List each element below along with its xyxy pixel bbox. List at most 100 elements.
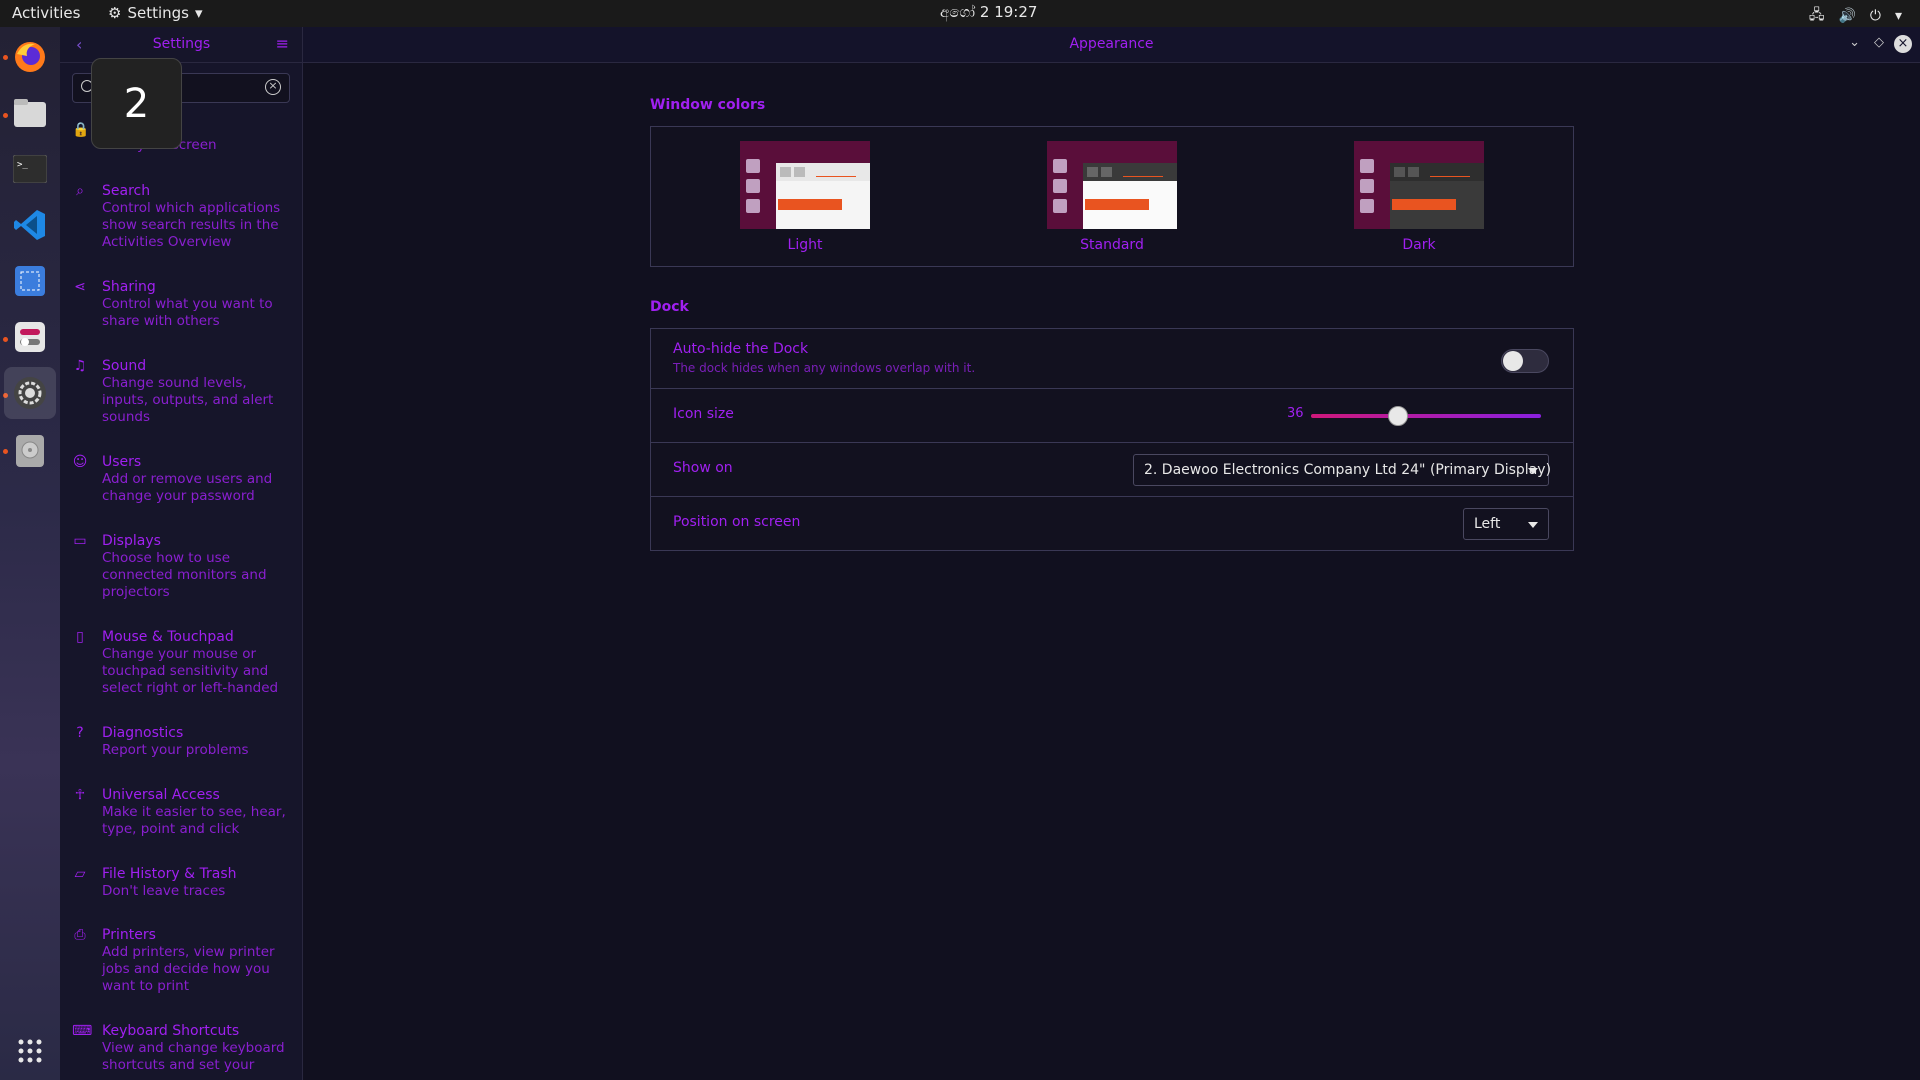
sidebar-item-desc: Don't leave traces — [102, 883, 226, 899]
terminal-icon[interactable]: >_ — [8, 147, 52, 191]
close-icon[interactable]: × — [1894, 35, 1912, 53]
autohide-label: Auto-hide the Dock — [673, 341, 809, 357]
sidebar-item-label: Users — [102, 454, 142, 470]
show-on-value: 2. Daewoo Electronics Company Ltd 24" (P… — [1144, 462, 1552, 478]
sidebar-item-desc: Add printers, view printer jobs and deci… — [102, 944, 275, 994]
sidebar-item-label: File History & Trash — [102, 866, 237, 882]
screenshot-icon[interactable] — [8, 259, 52, 303]
files-icon[interactable] — [8, 91, 52, 135]
theme-standard[interactable]: Standard — [1047, 141, 1177, 253]
hamburger-menu-icon[interactable]: ≡ — [276, 34, 289, 53]
sidebar-item-label: Diagnostics — [102, 725, 184, 741]
position-label: Position on screen — [673, 514, 801, 530]
dock-settings-frame: Auto-hide the Dock The dock hides when a… — [650, 328, 1574, 551]
position-value: Left — [1474, 516, 1501, 532]
sidebar-item-label: Keyboard Shortcuts — [102, 1023, 240, 1039]
activities-button[interactable]: Activities — [12, 4, 80, 22]
dock-heading: Dock — [650, 299, 689, 315]
caret-down-icon: ▾ — [1894, 8, 1902, 24]
app-menu[interactable]: ⚙ Settings ▾ — [108, 4, 203, 22]
theme-preview — [740, 141, 870, 229]
window-colors-heading: Window colors — [650, 97, 766, 113]
toggle-knob — [1503, 351, 1523, 371]
accessibility-icon: ☥ — [74, 787, 86, 803]
icon-size-value: 36 — [1287, 406, 1304, 421]
lock-icon: 🔒 — [72, 122, 90, 138]
theme-label: Dark — [1402, 237, 1436, 253]
theme-dark[interactable]: Dark — [1354, 141, 1484, 253]
share-icon: ⋖ — [74, 279, 86, 295]
caret-down-icon: ▾ — [194, 4, 203, 22]
sidebar-item-label: Mouse & Touchpad — [102, 629, 234, 645]
workspace-number-overlay: 2 — [91, 58, 182, 149]
position-row: Position on screen Left — [651, 497, 1573, 551]
sidebar-title: Settings — [152, 36, 211, 52]
top-bar: Activities ⚙ Settings ▾ අගෝ 2 19:27 🖧 🔊 … — [0, 0, 1920, 27]
sidebar-item-label: Sharing — [102, 279, 156, 295]
settings-sidebar: ‹ Settings ≡ × 🔒 Lock your screen ⌕ Sear… — [60, 27, 303, 1080]
autohide-toggle[interactable] — [1501, 349, 1549, 373]
sidebar-item-desc: Change your mouse or touchpad sensitivit… — [102, 646, 279, 696]
theme-preview — [1354, 141, 1484, 229]
sidebar-item-desc: Add or remove users and change your pass… — [102, 471, 273, 504]
music-note-icon: ♫ — [73, 358, 87, 374]
keyboard-icon: ⌨ — [72, 1023, 93, 1039]
autohide-row: Auto-hide the Dock The dock hides when a… — [651, 329, 1573, 389]
show-on-row: Show on 2. Daewoo Electronics Company Lt… — [651, 443, 1573, 497]
sidebar-item-desc: Make it easier to see, hear, type, point… — [102, 804, 286, 837]
sidebar-item-desc: Report your problems — [102, 742, 249, 758]
gear-icon: ⚙ — [108, 4, 122, 22]
show-on-dropdown[interactable]: 2. Daewoo Electronics Company Ltd 24" (P… — [1133, 454, 1552, 486]
sidebar-item-label: Printers — [102, 927, 156, 943]
theme-label: Light — [787, 237, 823, 253]
theme-label: Standard — [1080, 237, 1144, 253]
sidebar-item-label: Search — [102, 183, 151, 199]
icon-size-row: Icon size 36 — [651, 389, 1573, 443]
sidebar-item-desc: Control which applications show search r… — [102, 200, 281, 250]
search-icon: ⌕ — [76, 183, 84, 199]
page-title: Appearance — [1069, 36, 1154, 52]
sidebar-item-label: Universal Access — [102, 787, 220, 803]
slider-handle[interactable] — [1388, 406, 1409, 426]
vscode-icon[interactable] — [8, 203, 52, 247]
settings-icon[interactable] — [4, 367, 56, 419]
show-on-label: Show on — [673, 460, 733, 476]
volume-icon: 🔊 — [1838, 8, 1856, 24]
maximize-icon[interactable]: ◇ — [1874, 35, 1884, 50]
sidebar-item-desc: View and change keyboard shortcuts and s… — [102, 1040, 285, 1073]
window-colors-frame: Light Standard Dark — [650, 126, 1574, 267]
display-icon: ▭ — [73, 533, 87, 549]
disk-icon[interactable] — [8, 429, 52, 473]
firefox-icon[interactable] — [8, 35, 52, 79]
minimize-icon[interactable]: ⌄ — [1849, 35, 1860, 50]
dock: >_ — [0, 27, 60, 1080]
sidebar-item-desc: Control what you want to share with othe… — [102, 296, 273, 329]
folder-icon: ▱ — [74, 866, 86, 882]
app-grid-icon[interactable] — [8, 1029, 52, 1073]
icon-size-label: Icon size — [673, 406, 734, 422]
theme-light[interactable]: Light — [740, 141, 870, 253]
sidebar-item-label: Sound — [102, 358, 147, 374]
caret-down-icon — [1528, 522, 1538, 528]
sidebar-item-label: Displays — [102, 533, 161, 549]
network-icon: 🖧 — [1808, 7, 1825, 23]
caret-down-icon — [1528, 468, 1538, 474]
mouse-icon: ▯ — [76, 629, 84, 645]
printer-icon: ⎙ — [74, 927, 86, 943]
icon-size-slider[interactable] — [1311, 414, 1541, 418]
main-header: Appearance ⌄ ◇ × — [303, 27, 1920, 63]
user-icon: ☺ — [72, 454, 88, 470]
svg-text:>_: >_ — [17, 160, 28, 170]
tweaks-icon[interactable] — [8, 315, 52, 359]
power-icon: ⏻ — [1869, 8, 1881, 24]
sidebar-item-desc: Change sound levels, inputs, outputs, an… — [102, 375, 274, 425]
system-tray[interactable]: 🖧 🔊 ⏻ ▾ — [1809, 4, 1902, 28]
theme-preview — [1047, 141, 1177, 229]
position-dropdown[interactable]: Left — [1463, 508, 1549, 540]
autohide-desc: The dock hides when any windows overlap … — [673, 361, 976, 375]
clock[interactable]: අගෝ 2 19:27 — [940, 3, 1037, 21]
help-icon: ? — [76, 725, 84, 741]
clear-search-icon[interactable]: × — [265, 79, 281, 95]
app-menu-label: Settings — [127, 4, 189, 22]
sidebar-header: ‹ Settings ≡ — [60, 27, 302, 63]
